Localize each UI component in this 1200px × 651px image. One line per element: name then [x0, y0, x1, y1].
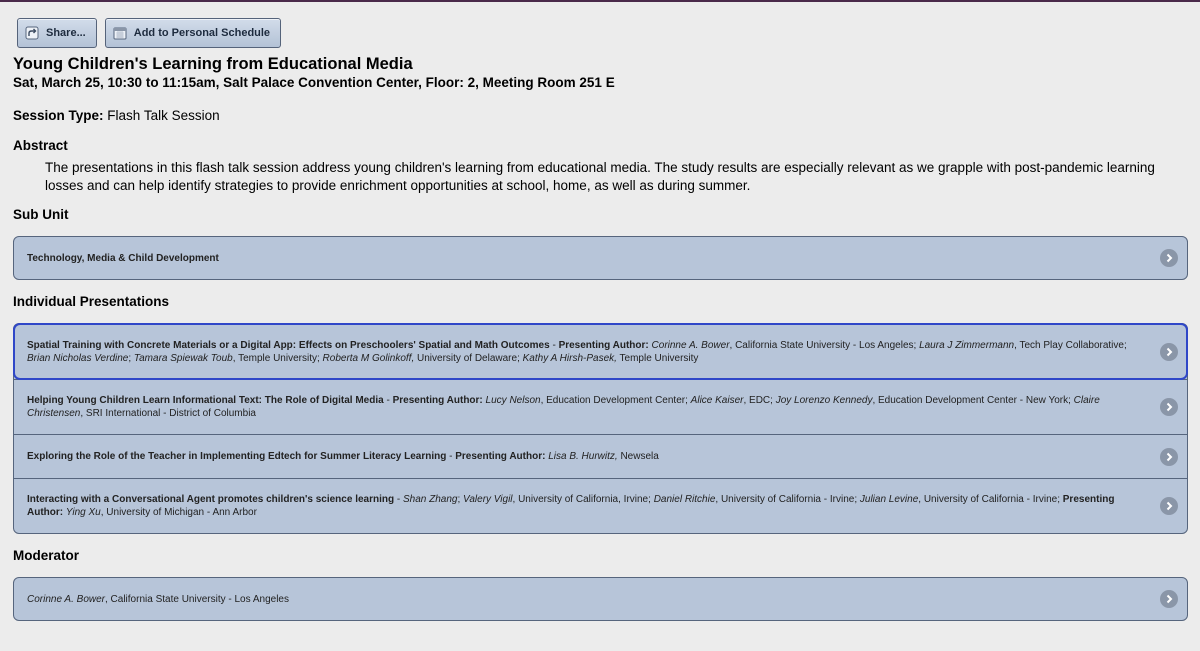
moderator-card: Corinne A. Bower, California State Unive…	[13, 577, 1188, 621]
moderator-text: Corinne A. Bower, California State Unive…	[27, 593, 289, 606]
share-icon	[25, 26, 39, 40]
abstract-heading: Abstract	[13, 138, 68, 153]
presentation-text: Exploring the Role of the Teacher in Imp…	[27, 450, 659, 463]
author-affiliation: Temple University	[616, 352, 699, 364]
presentations-heading: Individual Presentations	[13, 294, 170, 309]
separator: -	[549, 339, 559, 351]
presentation-text: Spatial Training with Concrete Materials…	[27, 339, 1127, 365]
author-affiliation: , University of California - Irvine;	[715, 494, 860, 505]
presentation-item[interactable]: Exploring the Role of the Teacher in Imp…	[14, 434, 1187, 478]
presenting-author-label: Presenting Author:	[558, 339, 649, 351]
page-title: Young Children's Learning from Education…	[13, 55, 413, 73]
session-type: Session Type: Flash Talk Session	[13, 107, 1188, 125]
author-affiliation: , Education Development Center;	[540, 395, 691, 406]
separator: -	[446, 451, 456, 462]
separator: -	[394, 494, 403, 505]
author-name: Lisa B. Hurwitz,	[548, 451, 618, 462]
moderator-item[interactable]: Corinne A. Bower, California State Unive…	[14, 578, 1187, 620]
presentation-title: Helping Young Children Learn Information…	[27, 395, 384, 406]
chevron-right-icon	[1160, 398, 1178, 416]
session-detail: Young Children's Learning from Education…	[13, 54, 1188, 621]
chevron-right-icon	[1160, 342, 1178, 361]
separator: -	[383, 395, 393, 406]
sub-unit-card: Technology, Media & Child Development	[13, 236, 1188, 280]
share-label: Share...	[46, 27, 86, 39]
author-name: Daniel Ritchie	[653, 494, 716, 505]
session-datetime-location: Sat, March 25, 10:30 to 11:15am, Salt Pa…	[13, 75, 615, 90]
abstract-text: The presentations in this flash talk ses…	[45, 160, 1155, 193]
author-affiliation: , University of California - Irvine;	[918, 494, 1063, 505]
author-name: Valery Vigil	[463, 494, 513, 505]
author-name: Ying Xu	[65, 507, 101, 518]
author-affiliation: , Temple University;	[232, 352, 323, 364]
author-affiliation: , Tech Play Collaborative;	[1014, 339, 1127, 351]
moderator-heading: Moderator	[13, 548, 80, 563]
author-name: Brian Nicholas Verdine	[27, 352, 129, 364]
presentation-text: Helping Young Children Learn Information…	[27, 394, 1127, 420]
presentation-item[interactable]: Interacting with a Conversational Agent …	[14, 478, 1187, 533]
session-type-value: Flash Talk Session	[107, 108, 220, 123]
author-name: Laura J Zimmermann	[919, 339, 1015, 351]
add-to-schedule-label: Add to Personal Schedule	[133, 27, 271, 39]
sub-unit-item[interactable]: Technology, Media & Child Development	[14, 237, 1187, 279]
calendar-icon	[113, 26, 127, 40]
presentations-list: Spatial Training with Concrete Materials…	[13, 323, 1188, 534]
sub-unit-heading: Sub Unit	[13, 207, 69, 222]
author-affiliation: , University of Michigan - Ann Arbor	[100, 507, 257, 518]
sub-unit-label: Technology, Media & Child Development	[27, 252, 219, 264]
presentation-text: Interacting with a Conversational Agent …	[27, 493, 1127, 519]
presentation-title: Exploring the Role of the Teacher in Imp…	[27, 451, 447, 462]
add-to-schedule-button[interactable]: Add to Personal Schedule	[104, 18, 282, 48]
share-button[interactable]: Share...	[17, 18, 97, 48]
presentation-title: Interacting with a Conversational Agent …	[27, 494, 395, 505]
session-type-label: Session Type:	[13, 108, 104, 123]
presentation-item[interactable]: Helping Young Children Learn Information…	[14, 379, 1187, 434]
author-name: Kathy A Hirsh-Pasek,	[522, 352, 617, 364]
author-name: Alice Kaiser	[690, 395, 744, 406]
author-name: Roberta M Golinkoff,	[322, 352, 415, 364]
author-affiliation: University of Delaware;	[414, 352, 523, 364]
author-affiliation: , University of California, Irvine;	[512, 494, 654, 505]
chevron-right-icon	[1160, 447, 1178, 466]
author-name: Lucy Nelson	[485, 395, 541, 406]
author-name: Shan Zhang	[402, 494, 458, 505]
moderator-affiliation: , California State University - Los Ange…	[105, 593, 289, 605]
author-affiliation: , California State University - Los Ange…	[729, 339, 920, 351]
chevron-right-icon	[1160, 249, 1178, 267]
author-affiliation: Newsela	[617, 451, 659, 462]
moderator-name: Corinne A. Bower	[27, 593, 105, 605]
toolbar: Share... Add to Personal Schedule	[17, 18, 282, 48]
author-affiliation: , EDC;	[743, 395, 776, 406]
presenting-author-label: Presenting Author:	[392, 395, 483, 406]
chevron-right-icon	[1160, 590, 1178, 608]
presentation-title: Spatial Training with Concrete Materials…	[27, 339, 550, 351]
chevron-right-icon	[1160, 497, 1178, 515]
author-name: Tamara Spiewak Toub	[133, 352, 233, 364]
author-name: Corinne A. Bower	[651, 339, 730, 351]
author-affiliation: , Education Development Center - New Yor…	[872, 395, 1074, 406]
author-name: Julian Levine	[859, 494, 919, 505]
author-affiliation: , SRI International - District of Columb…	[80, 408, 256, 419]
author-name: Joy Lorenzo Kennedy	[775, 395, 873, 406]
presentation-item[interactable]: Spatial Training with Concrete Materials…	[13, 323, 1188, 380]
presenting-author-label: Presenting Author:	[455, 451, 546, 462]
